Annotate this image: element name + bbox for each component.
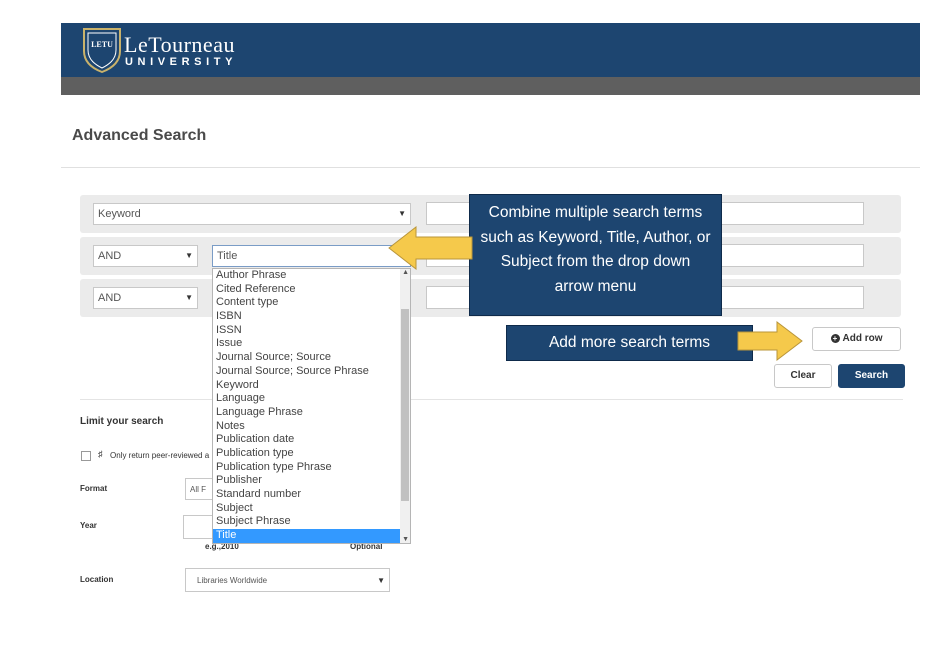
title-divider (61, 167, 920, 168)
field-select-row-2[interactable]: Title (212, 245, 411, 267)
dropdown-option[interactable]: Content type (213, 296, 410, 310)
scrollbar-thumb[interactable] (401, 309, 409, 501)
arrow-right-icon (737, 321, 803, 361)
peer-reviewed-label: Only return peer-reviewed a (110, 451, 210, 460)
page-title: Advanced Search (72, 127, 207, 144)
chevron-down-icon: ▼ (185, 251, 193, 260)
chevron-down-icon: ▼ (398, 209, 406, 218)
year-label: Year (80, 521, 97, 530)
year-input[interactable] (183, 515, 215, 539)
dropdown-option[interactable]: ISBN (213, 310, 410, 324)
operator-select-row-2-value: AND (98, 250, 122, 262)
dropdown-option[interactable]: Language (213, 392, 410, 406)
add-row-label: Add row (842, 333, 883, 344)
university-shield-logo[interactable]: LETU (82, 27, 122, 73)
chevron-down-icon: ▼ (185, 293, 193, 302)
brand-subtitle: UNIVERSITY (125, 56, 238, 68)
limit-heading: Limit your search (80, 416, 164, 427)
chevron-down-icon: ▼ (377, 576, 385, 585)
section-divider (80, 399, 903, 400)
logo-badge-text: LETU (91, 40, 113, 49)
dropdown-option[interactable]: Publisher (213, 474, 410, 488)
peer-reviewed-checkbox[interactable] (81, 451, 91, 461)
operator-select-row-2[interactable]: AND ▼ (93, 245, 198, 267)
dropdown-option[interactable]: Language Phrase (213, 406, 410, 420)
location-select-value: Libraries Worldwide (197, 576, 268, 585)
scroll-up-icon[interactable]: ▲ (402, 269, 409, 276)
dropdown-option[interactable]: ISSN (213, 324, 410, 338)
dropdown-option[interactable]: Subject (213, 502, 410, 516)
location-label: Location (80, 575, 114, 584)
dropdown-option[interactable]: Journal Source; Source Phrase (213, 365, 410, 379)
location-select[interactable]: Libraries Worldwide ▼ (185, 568, 390, 592)
arrow-left-icon (388, 226, 473, 270)
search-button[interactable]: Search (838, 364, 905, 388)
field-select-row-1[interactable]: Keyword ▼ (93, 203, 411, 225)
format-select[interactable]: All F (185, 478, 215, 500)
operator-select-row-3-value: AND (98, 292, 122, 304)
dropdown-option[interactable]: Notes (213, 420, 410, 434)
dropdown-option-selected[interactable]: Title (213, 529, 410, 543)
dropdown-option[interactable]: Subject Phrase (213, 515, 410, 529)
callout-combine-terms: Combine multiple search terms such as Ke… (469, 194, 722, 316)
field-select-row-2-value: Title (217, 250, 238, 262)
plus-circle-icon: + (830, 333, 840, 343)
operator-select-row-3[interactable]: AND ▼ (93, 287, 198, 309)
clear-button[interactable]: Clear (774, 364, 832, 388)
dropdown-option[interactable]: Journal Source; Source (213, 351, 410, 365)
scroll-down-icon[interactable]: ▼ (402, 536, 409, 543)
format-select-value: All F (190, 485, 206, 494)
field-select-row-1-value: Keyword (98, 208, 141, 220)
format-label: Format (80, 484, 108, 493)
add-row-button[interactable]: + Add row (812, 327, 901, 351)
dropdown-option[interactable]: Author Phrase (213, 269, 410, 283)
callout-add-more-terms: Add more search terms (506, 325, 753, 361)
header-strip (61, 77, 920, 95)
dropdown-option[interactable]: Standard number (213, 488, 410, 502)
field-dropdown-list[interactable]: Author Phrase Cited Reference Content ty… (212, 268, 411, 544)
peer-reviewed-icon: ♯ (98, 449, 103, 459)
dropdown-option[interactable]: Publication type Phrase (213, 461, 410, 475)
dropdown-scrollbar[interactable]: ▲ ▼ (400, 269, 410, 543)
dropdown-option[interactable]: Publication date (213, 433, 410, 447)
dropdown-option[interactable]: Issue (213, 337, 410, 351)
brand-name: LeTourneau (124, 32, 235, 57)
dropdown-option[interactable]: Keyword (213, 379, 410, 393)
dropdown-option[interactable]: Publication type (213, 447, 410, 461)
dropdown-option[interactable]: Cited Reference (213, 283, 410, 297)
